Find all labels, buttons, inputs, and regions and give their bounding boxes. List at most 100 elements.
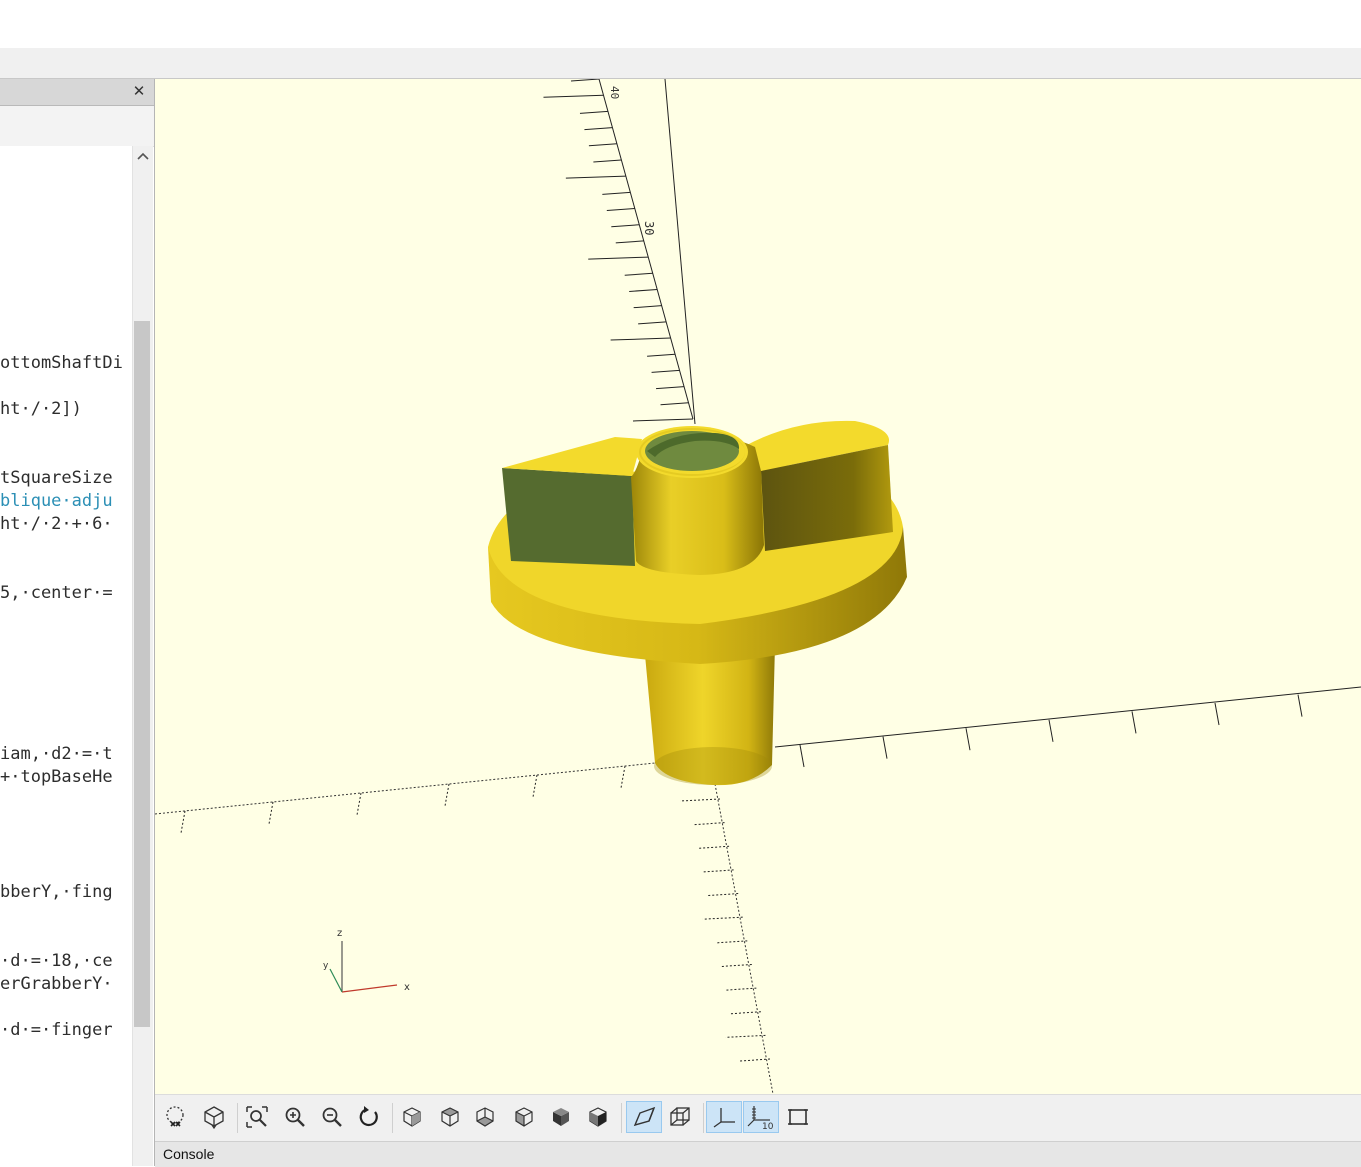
view-left-button[interactable] bbox=[508, 1101, 540, 1133]
code-line: tSquareSize bbox=[0, 468, 113, 488]
view-front-button[interactable] bbox=[545, 1101, 577, 1133]
scale-tick bbox=[725, 1034, 766, 1038]
zoom-in-button[interactable] bbox=[279, 1101, 311, 1133]
zoom-out-icon bbox=[322, 1107, 342, 1127]
scale-tick bbox=[694, 822, 725, 826]
edges-icon bbox=[788, 1109, 808, 1125]
z-axis bbox=[598, 79, 696, 425]
scale-tick bbox=[543, 94, 604, 98]
z-axis-label: z bbox=[337, 928, 342, 939]
scale-tick bbox=[882, 736, 888, 759]
code-line: iam,·d2·=·t bbox=[0, 744, 113, 764]
preview-icon bbox=[166, 1106, 184, 1127]
scale-tick bbox=[615, 240, 644, 244]
scale-tick bbox=[739, 1058, 771, 1062]
scale-tick bbox=[444, 783, 450, 807]
scale-tick bbox=[356, 792, 362, 816]
scale-markers-icon: 10 bbox=[747, 1106, 774, 1130]
code-line: ht·/·2·+·6· bbox=[0, 514, 113, 534]
scale-tick bbox=[656, 386, 685, 390]
window-top-area bbox=[0, 0, 1361, 48]
editor-scrollbar[interactable] bbox=[132, 146, 153, 1166]
main-toolbar-strip bbox=[0, 48, 1361, 79]
x-axis-label: x bbox=[404, 982, 410, 993]
model-knob bbox=[488, 420, 907, 786]
code-editor[interactable]: ottomShaftDi ht·/·2]) tSquareSize blique… bbox=[0, 146, 132, 1166]
zoom-in-icon bbox=[285, 1107, 305, 1127]
zoom-out-button[interactable] bbox=[316, 1101, 348, 1133]
view-all-icon bbox=[246, 1106, 268, 1128]
axes-icon bbox=[713, 1108, 735, 1128]
editor-panel: ✕ ottomShaftDi ht·/·2]) tSquareSize bliq… bbox=[0, 79, 155, 1166]
view-bottom-button[interactable] bbox=[469, 1101, 501, 1133]
scale-tick bbox=[703, 869, 734, 873]
view-back-button[interactable] bbox=[582, 1101, 614, 1133]
negative-axes bbox=[155, 762, 774, 1094]
view-left-icon bbox=[515, 1107, 533, 1127]
scale-tick bbox=[565, 175, 626, 179]
ruler-label: 40 bbox=[608, 86, 621, 99]
3d-viewport[interactable]: 40 30 z x y bbox=[155, 79, 1361, 1094]
scale-tick bbox=[588, 143, 617, 147]
scale-tick bbox=[570, 79, 600, 82]
scale-tick bbox=[638, 321, 667, 325]
code-line: bberY,·fing bbox=[0, 882, 113, 902]
reset-view-icon bbox=[359, 1106, 378, 1127]
scale-tick bbox=[624, 272, 653, 276]
console-panel[interactable]: Console bbox=[155, 1141, 1361, 1167]
render-button[interactable] bbox=[198, 1101, 230, 1133]
scale-tick bbox=[702, 916, 743, 920]
view-right-button[interactable] bbox=[396, 1101, 428, 1133]
chevron-up-icon[interactable] bbox=[135, 150, 151, 164]
scale-tick bbox=[726, 987, 757, 991]
view-top-button[interactable] bbox=[434, 1101, 466, 1133]
scale-tick bbox=[717, 940, 748, 944]
view-top-icon bbox=[441, 1107, 459, 1127]
scale-tick bbox=[660, 402, 689, 406]
scale-tick bbox=[610, 337, 671, 341]
view-right-icon bbox=[403, 1107, 421, 1127]
code-line: ·d·=·18,·ce bbox=[0, 951, 113, 971]
render-icon bbox=[204, 1106, 224, 1130]
scrollbar-thumb[interactable] bbox=[134, 321, 150, 1027]
viewport-canvas: 40 30 z x y bbox=[155, 79, 1361, 1094]
scale-markers-label: 10 bbox=[762, 1122, 774, 1130]
show-edges-button[interactable] bbox=[782, 1101, 814, 1133]
editor-title-bar: ✕ bbox=[0, 79, 154, 106]
scale-tick bbox=[721, 963, 752, 967]
close-icon[interactable]: ✕ bbox=[131, 82, 147, 100]
code-line: erGrabberY· bbox=[0, 974, 113, 994]
axes-gizmo: z x y bbox=[323, 928, 410, 993]
preview-button[interactable] bbox=[160, 1101, 192, 1133]
scale-tick bbox=[679, 798, 721, 802]
scale-tick bbox=[579, 110, 608, 114]
perspective-icon bbox=[633, 1106, 656, 1127]
scale-tick bbox=[588, 256, 649, 260]
orthogonal-icon bbox=[670, 1107, 690, 1126]
show-axes-button[interactable] bbox=[706, 1101, 742, 1133]
show-scale-markers-button[interactable]: 10 bbox=[743, 1101, 779, 1133]
scale-tick bbox=[730, 1011, 761, 1015]
perspective-button[interactable] bbox=[626, 1101, 662, 1133]
scale-tick bbox=[268, 801, 274, 825]
toolbar-separator bbox=[392, 1103, 393, 1133]
scale-tick bbox=[708, 893, 739, 897]
scale-tick bbox=[965, 728, 971, 751]
view-bottom-icon bbox=[476, 1107, 494, 1127]
toolbar-separator bbox=[237, 1103, 238, 1133]
scale-tick bbox=[1048, 719, 1054, 742]
reset-view-button[interactable] bbox=[353, 1101, 385, 1133]
view-back-icon bbox=[589, 1107, 607, 1127]
ruler-label: 30 bbox=[642, 221, 656, 235]
scale-tick bbox=[1214, 702, 1220, 726]
scale-tick bbox=[532, 774, 538, 798]
scale-tick bbox=[584, 127, 613, 131]
code-line: ottomShaftDi bbox=[0, 353, 123, 373]
code-line: +·topBaseHe bbox=[0, 767, 113, 787]
orthogonal-button[interactable] bbox=[664, 1101, 696, 1133]
scale-tick bbox=[611, 224, 640, 228]
scale-tick bbox=[606, 208, 635, 212]
console-label: Console bbox=[163, 1146, 215, 1162]
view-all-button[interactable] bbox=[241, 1101, 273, 1133]
view-toolbar: 10 bbox=[155, 1094, 1361, 1141]
